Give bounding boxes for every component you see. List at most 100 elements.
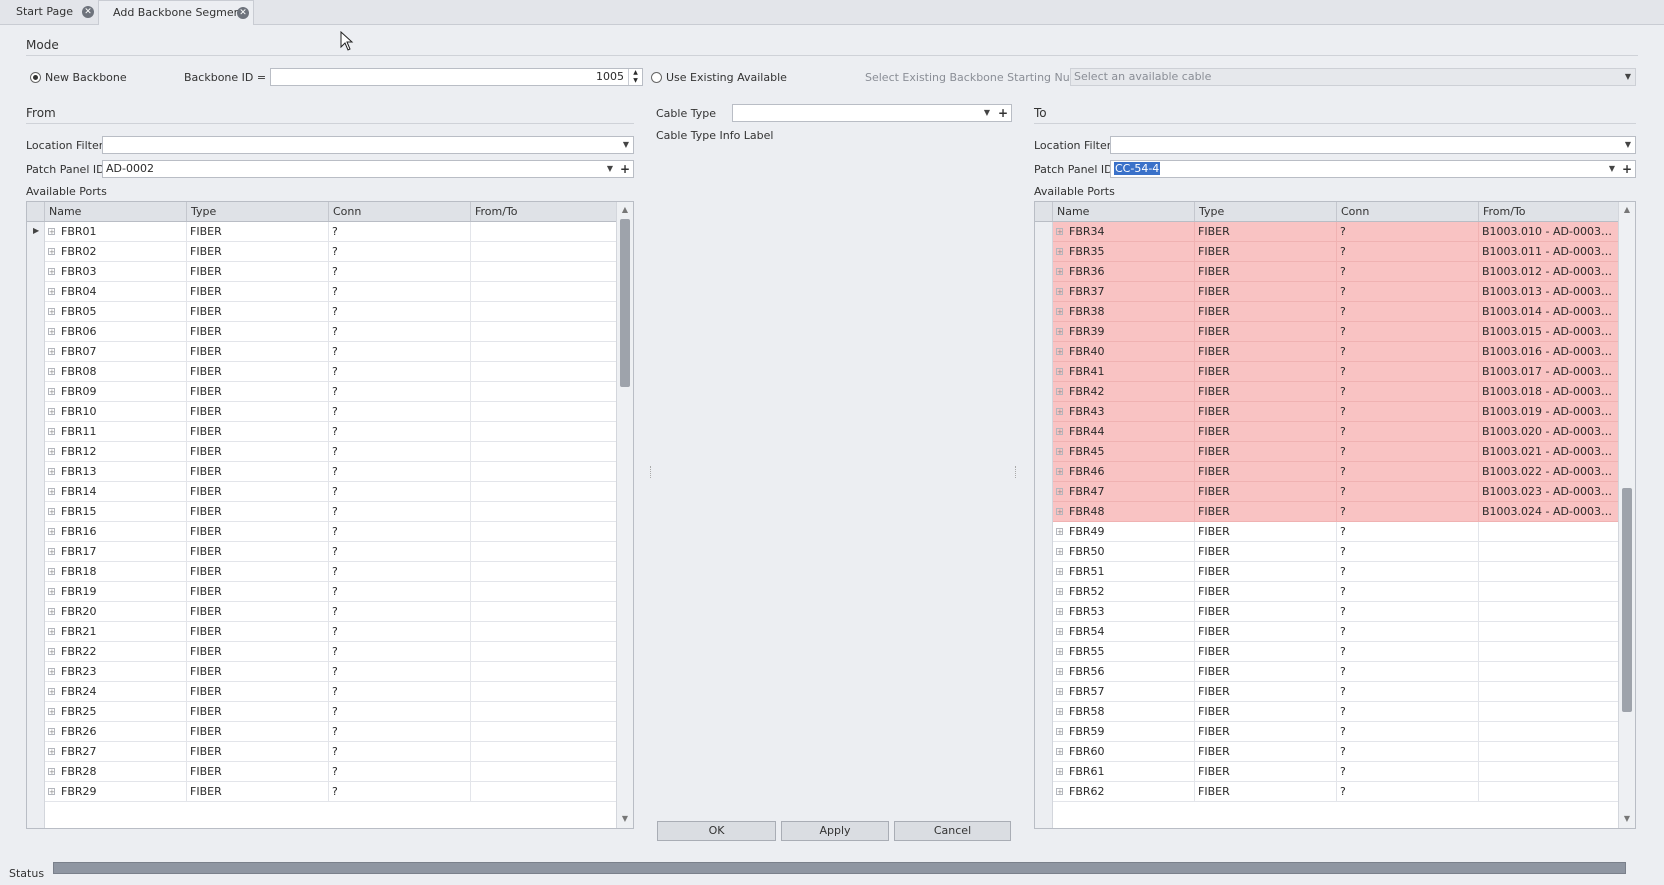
expand-icon[interactable]: + bbox=[48, 608, 55, 616]
scroll-thumb[interactable] bbox=[620, 219, 630, 387]
expand-icon[interactable]: + bbox=[1056, 608, 1063, 616]
expand-icon[interactable]: + bbox=[48, 768, 55, 776]
expand-icon[interactable]: + bbox=[48, 548, 55, 556]
expand-icon[interactable]: + bbox=[1056, 388, 1063, 396]
table-row[interactable]: + FBR23 FIBER? bbox=[45, 662, 617, 682]
table-row[interactable]: + FBR35 FIBER? B1003.011 - AD-0003>FB... bbox=[1053, 242, 1619, 262]
table-row[interactable]: + FBR42 FIBER? B1003.018 - AD-0003>FB... bbox=[1053, 382, 1619, 402]
column-header-type[interactable]: Type bbox=[1195, 202, 1337, 221]
expand-icon[interactable]: + bbox=[1056, 508, 1063, 516]
table-row[interactable]: + FBR48 FIBER? B1003.024 - AD-0003>FB... bbox=[1053, 502, 1619, 522]
table-row[interactable]: + FBR46 FIBER? B1003.022 - AD-0003>FB... bbox=[1053, 462, 1619, 482]
expand-icon[interactable]: + bbox=[1056, 588, 1063, 596]
add-icon[interactable]: + bbox=[996, 105, 1010, 121]
expand-icon[interactable]: + bbox=[1056, 548, 1063, 556]
column-header-name[interactable]: Name bbox=[45, 202, 187, 221]
table-row[interactable]: + FBR25 FIBER? bbox=[45, 702, 617, 722]
table-row[interactable]: + FBR16 FIBER? bbox=[45, 522, 617, 542]
expand-icon[interactable]: + bbox=[48, 228, 55, 236]
expand-icon[interactable]: + bbox=[48, 348, 55, 356]
table-row[interactable]: + FBR60 FIBER? bbox=[1053, 742, 1619, 762]
table-row[interactable]: + FBR43 FIBER? B1003.019 - AD-0003>FB... bbox=[1053, 402, 1619, 422]
expand-icon[interactable]: + bbox=[48, 648, 55, 656]
table-row[interactable]: + FBR19 FIBER? bbox=[45, 582, 617, 602]
expand-icon[interactable]: + bbox=[1056, 368, 1063, 376]
column-header-type[interactable]: Type bbox=[187, 202, 329, 221]
expand-icon[interactable]: + bbox=[1056, 628, 1063, 636]
to-ports-grid[interactable]: Name Type Conn From/To + FBR34 FIBER? B1003… bbox=[1034, 201, 1636, 829]
expand-icon[interactable]: + bbox=[48, 308, 55, 316]
expand-icon[interactable]: + bbox=[48, 708, 55, 716]
from-ports-grid[interactable]: Name Type Conn From/To ▶ + FBR01 FIBER? + FB… bbox=[26, 201, 634, 829]
expand-icon[interactable]: + bbox=[48, 568, 55, 576]
table-row[interactable]: + FBR54 FIBER? bbox=[1053, 622, 1619, 642]
expand-icon[interactable]: + bbox=[1056, 348, 1063, 356]
table-row[interactable]: + FBR15 FIBER? bbox=[45, 502, 617, 522]
table-row[interactable]: + FBR55 FIBER? bbox=[1053, 642, 1619, 662]
expand-icon[interactable]: + bbox=[1056, 668, 1063, 676]
expand-icon[interactable]: + bbox=[1056, 788, 1063, 796]
scroll-down-icon[interactable]: ▼ bbox=[1619, 812, 1635, 826]
close-icon[interactable]: ✕ bbox=[82, 6, 94, 18]
table-row[interactable]: + FBR50 FIBER? bbox=[1053, 542, 1619, 562]
scroll-thumb[interactable] bbox=[1622, 488, 1632, 712]
table-row[interactable]: + FBR06 FIBER? bbox=[45, 322, 617, 342]
expand-icon[interactable]: + bbox=[1056, 728, 1063, 736]
expand-icon[interactable]: + bbox=[48, 388, 55, 396]
table-row[interactable]: + FBR61 FIBER? bbox=[1053, 762, 1619, 782]
expand-icon[interactable]: + bbox=[1056, 228, 1063, 236]
from-patch-panel-dropdown[interactable]: AD-0002 ▼ + bbox=[102, 160, 634, 178]
table-row[interactable]: + FBR18 FIBER? bbox=[45, 562, 617, 582]
from-location-filter-dropdown[interactable]: ▼ bbox=[102, 136, 634, 154]
expand-icon[interactable]: + bbox=[1056, 408, 1063, 416]
scroll-up-icon[interactable]: ▲ bbox=[1619, 203, 1635, 217]
table-row[interactable]: + FBR07 FIBER? bbox=[45, 342, 617, 362]
expand-icon[interactable]: + bbox=[1056, 428, 1063, 436]
table-row[interactable]: + FBR12 FIBER? bbox=[45, 442, 617, 462]
expand-icon[interactable]: + bbox=[48, 408, 55, 416]
select-existing-dropdown[interactable]: Select an available cable ▼ bbox=[1070, 68, 1636, 86]
expand-icon[interactable]: + bbox=[1056, 308, 1063, 316]
spin-arrows-icon[interactable]: ▲ ▼ bbox=[628, 69, 642, 85]
splitter-handle-right[interactable] bbox=[1015, 466, 1018, 478]
chevron-down-icon[interactable]: ▼ bbox=[1621, 69, 1635, 85]
expand-icon[interactable]: + bbox=[48, 468, 55, 476]
table-row[interactable]: + FBR13 FIBER? bbox=[45, 462, 617, 482]
ok-button[interactable]: OK bbox=[657, 821, 776, 841]
expand-icon[interactable]: + bbox=[1056, 528, 1063, 536]
expand-icon[interactable]: + bbox=[1056, 448, 1063, 456]
to-vertical-scrollbar[interactable]: ▲ ▼ bbox=[1618, 202, 1635, 828]
table-row[interactable]: + FBR27 FIBER? bbox=[45, 742, 617, 762]
table-row[interactable]: + FBR10 FIBER? bbox=[45, 402, 617, 422]
table-row[interactable]: + FBR52 FIBER? bbox=[1053, 582, 1619, 602]
table-row[interactable]: + FBR14 FIBER? bbox=[45, 482, 617, 502]
expand-icon[interactable]: + bbox=[48, 428, 55, 436]
add-icon[interactable]: + bbox=[1620, 161, 1634, 177]
expand-icon[interactable]: + bbox=[1056, 688, 1063, 696]
table-row[interactable]: + FBR05 FIBER? bbox=[45, 302, 617, 322]
expand-icon[interactable]: + bbox=[1056, 468, 1063, 476]
expand-icon[interactable]: + bbox=[1056, 488, 1063, 496]
expand-icon[interactable]: + bbox=[1056, 248, 1063, 256]
expand-icon[interactable]: + bbox=[48, 448, 55, 456]
table-row[interactable]: + FBR41 FIBER? B1003.017 - AD-0003>FB... bbox=[1053, 362, 1619, 382]
scroll-up-icon[interactable]: ▲ bbox=[617, 203, 633, 217]
table-row[interactable]: + FBR49 FIBER? bbox=[1053, 522, 1619, 542]
table-row[interactable]: + FBR44 FIBER? B1003.020 - AD-0003>FB... bbox=[1053, 422, 1619, 442]
expand-icon[interactable]: + bbox=[48, 248, 55, 256]
scroll-down-icon[interactable]: ▼ bbox=[617, 812, 633, 826]
table-row[interactable]: + FBR34 FIBER? B1003.010 - AD-0003>FB... bbox=[1053, 222, 1619, 242]
add-icon[interactable]: + bbox=[618, 161, 632, 177]
expand-icon[interactable]: + bbox=[1056, 568, 1063, 576]
table-row[interactable]: + FBR37 FIBER? B1003.013 - AD-0003>FB... bbox=[1053, 282, 1619, 302]
table-row[interactable]: + FBR38 FIBER? B1003.014 - AD-0003>FB... bbox=[1053, 302, 1619, 322]
expand-icon[interactable]: + bbox=[48, 488, 55, 496]
table-row[interactable]: + FBR53 FIBER? bbox=[1053, 602, 1619, 622]
column-header-conn[interactable]: Conn bbox=[1337, 202, 1479, 221]
chevron-down-icon[interactable]: ▼ bbox=[603, 161, 617, 177]
table-row[interactable]: + FBR20 FIBER? bbox=[45, 602, 617, 622]
tab-add-backbone-segment[interactable]: Add Backbone Segment ✕ bbox=[98, 0, 254, 25]
table-row[interactable]: + FBR26 FIBER? bbox=[45, 722, 617, 742]
expand-icon[interactable]: + bbox=[48, 328, 55, 336]
expand-icon[interactable]: + bbox=[1056, 648, 1063, 656]
